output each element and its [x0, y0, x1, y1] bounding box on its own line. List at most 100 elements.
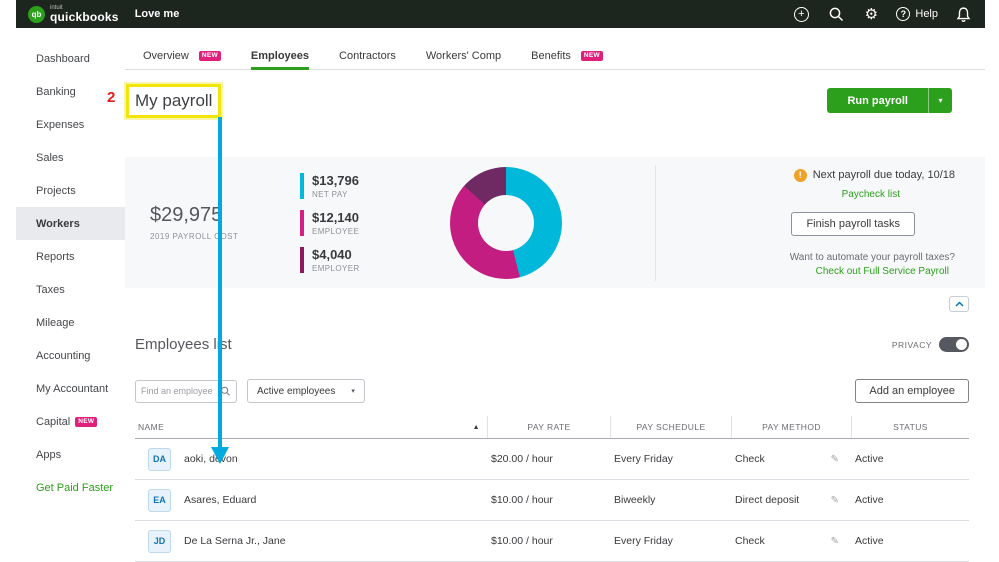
column-header-pay-rate[interactable]: PAY RATE: [487, 416, 610, 438]
pay-schedule-cell: Every Friday: [610, 453, 731, 465]
employees-list-title: Employees list: [135, 336, 232, 353]
payroll-stats: $13,796 NET PAY $12,140 EMPLOYEE $4,040 …: [300, 173, 450, 273]
toggle-knob: [956, 339, 967, 350]
sidebar-item-label: Expenses: [36, 119, 84, 131]
paycheck-list-link[interactable]: Paycheck list: [842, 189, 900, 200]
notifications-button[interactable]: [953, 4, 973, 24]
sidebar-item-reports[interactable]: Reports: [16, 240, 125, 273]
sidebar-item-apps[interactable]: Apps: [16, 438, 125, 471]
gear-icon: ⚙: [865, 7, 878, 22]
tab-employees[interactable]: Employees: [251, 42, 309, 69]
sidebar-item-projects[interactable]: Projects: [16, 174, 125, 207]
pay-rate-cell: $20.00 / hour: [487, 453, 610, 465]
total-payroll-label: 2019 PAYROLL COST: [150, 232, 300, 241]
payroll-tabs: Overview NEW Employees Contractors Worke…: [125, 42, 985, 70]
sidebar-item-label: Mileage: [36, 317, 75, 329]
company-name[interactable]: Love me: [135, 8, 180, 20]
stat-employer: $4,040 EMPLOYER: [300, 247, 450, 273]
pay-method-cell: Check ✎: [731, 535, 851, 547]
add-employee-button[interactable]: Add an employee: [855, 379, 969, 403]
help-button[interactable]: ? Help: [896, 7, 938, 21]
tab-label: Contractors: [339, 50, 396, 62]
pay-schedule-cell: Every Friday: [610, 535, 731, 547]
tab-workers-comp[interactable]: Workers' Comp: [426, 42, 501, 69]
column-header-status[interactable]: STATUS: [851, 416, 969, 438]
sidebar-item-label: My Accountant: [36, 383, 108, 395]
sidebar-item-taxes[interactable]: Taxes: [16, 273, 125, 306]
sidebar-item-capital[interactable]: CapitalNEW: [16, 405, 125, 438]
stat-value: $12,140: [312, 210, 450, 225]
stat-label: NET PAY: [312, 190, 450, 199]
qb-logo-icon: qb: [28, 6, 45, 23]
privacy-label: PRIVACY: [892, 340, 932, 350]
employee-search-input[interactable]: [141, 386, 220, 396]
total-payroll-cost: $29,975: [150, 204, 300, 227]
edit-icon[interactable]: ✎: [831, 454, 839, 465]
edit-icon[interactable]: ✎: [831, 495, 839, 506]
tab-label: Overview: [143, 50, 189, 62]
pay-method-value: Check: [735, 453, 765, 465]
employee-row[interactable]: EA Asares, Eduard $10.00 / hour Biweekly…: [135, 480, 969, 521]
page-title: My payroll: [135, 91, 212, 111]
tab-contractors[interactable]: Contractors: [339, 42, 396, 69]
privacy-control: PRIVACY: [892, 337, 969, 352]
column-header-pay-method[interactable]: PAY METHOD: [731, 416, 851, 438]
next-payroll-text: Next payroll due today, 10/18: [813, 169, 955, 181]
sidebar-item-accounting[interactable]: Accounting: [16, 339, 125, 372]
employee-name[interactable]: Asares, Eduard: [184, 494, 256, 506]
page-header: My payroll Run payroll ▾: [125, 70, 985, 121]
sidebar-item-label: Banking: [36, 86, 76, 98]
stat-value: $13,796: [312, 173, 450, 188]
sidebar-item-banking[interactable]: Banking: [16, 75, 125, 108]
run-payroll-label: Run payroll: [827, 88, 928, 113]
sidebar-item-my-accountant[interactable]: My Accountant: [16, 372, 125, 405]
run-payroll-button[interactable]: Run payroll ▾: [827, 88, 952, 113]
brand-text: intuit quickbooks: [50, 5, 119, 23]
collapse-summary-button[interactable]: [949, 296, 969, 312]
sort-ascending-icon: ▲: [473, 424, 480, 431]
column-label: PAY SCHEDULE: [636, 422, 705, 432]
search-icon[interactable]: [220, 385, 231, 397]
employee-row[interactable]: JD De La Serna Jr., Jane $10.00 / hour E…: [135, 521, 969, 562]
collapse-row: [125, 288, 985, 312]
tab-label: Benefits: [531, 50, 571, 62]
create-button[interactable]: +: [791, 4, 811, 24]
tab-label: Workers' Comp: [426, 50, 501, 62]
tab-benefits[interactable]: Benefits NEW: [531, 42, 603, 69]
stat-label: EMPLOYER: [312, 264, 450, 273]
column-label: STATUS: [893, 422, 928, 432]
sidebar-item-get-paid-faster[interactable]: Get Paid Faster: [16, 471, 125, 504]
sidebar-item-mileage[interactable]: Mileage: [16, 306, 125, 339]
sidebar-item-sales[interactable]: Sales: [16, 141, 125, 174]
help-label: Help: [915, 8, 938, 20]
column-label: PAY METHOD: [762, 422, 821, 432]
employee-name[interactable]: De La Serna Jr., Jane: [184, 535, 286, 547]
employee-name[interactable]: aoki, devon: [184, 453, 238, 465]
column-header-pay-schedule[interactable]: PAY SCHEDULE: [610, 416, 731, 438]
sidebar-item-label: Taxes: [36, 284, 65, 296]
employee-filter-dropdown[interactable]: Active employees ▾: [247, 379, 365, 403]
payroll-summary: $29,975 2019 PAYROLL COST $13,796 NET PA…: [125, 157, 985, 288]
column-header-name[interactable]: NAME ▲: [135, 416, 487, 438]
new-badge: NEW: [75, 417, 97, 427]
sidebar-item-expenses[interactable]: Expenses: [16, 108, 125, 141]
payroll-donut: [450, 167, 562, 279]
sidebar-item-label: Get Paid Faster: [36, 482, 113, 494]
privacy-toggle[interactable]: [939, 337, 969, 352]
settings-button[interactable]: ⚙: [861, 4, 881, 24]
sidebar-item-label: Apps: [36, 449, 61, 461]
sidebar-item-dashboard[interactable]: Dashboard: [16, 42, 125, 75]
employee-row[interactable]: DA aoki, devon $20.00 / hour Every Frida…: [135, 439, 969, 480]
finish-payroll-tasks-button[interactable]: Finish payroll tasks: [791, 212, 915, 236]
tab-overview[interactable]: Overview NEW: [143, 42, 221, 69]
search-button[interactable]: [826, 4, 846, 24]
full-service-payroll-link[interactable]: Check out Full Service Payroll: [816, 266, 949, 277]
run-payroll-dropdown[interactable]: ▾: [928, 88, 952, 113]
stat-employee: $12,140 EMPLOYEE: [300, 210, 450, 236]
pay-method-cell: Direct deposit ✎: [731, 494, 851, 506]
edit-icon[interactable]: ✎: [831, 536, 839, 547]
quickbooks-logo[interactable]: qb intuit quickbooks: [28, 5, 119, 23]
sidebar-item-label: Reports: [36, 251, 75, 263]
sidebar-item-workers[interactable]: Workers: [16, 207, 125, 240]
status-cell: Active: [851, 494, 969, 506]
